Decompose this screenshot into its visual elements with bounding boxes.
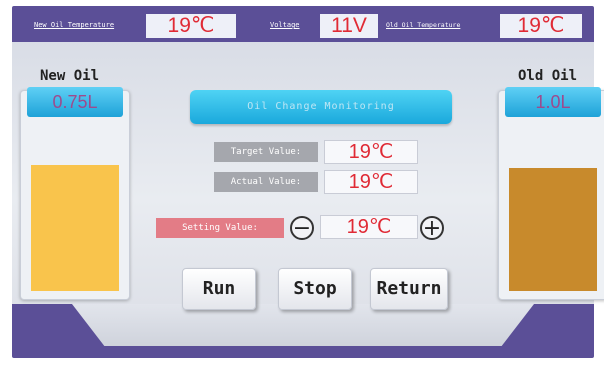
decrease-button[interactable]: − — [290, 216, 314, 240]
voltage-label: Voltage — [270, 21, 300, 29]
actual-value-display: 19℃ — [324, 170, 418, 194]
target-value-label: Target Value: — [214, 142, 318, 162]
old-oil-tank: 1.0L — [498, 87, 604, 300]
new-oil-temp-value: 19℃ — [146, 14, 236, 38]
actual-value-label: Actual Value: — [214, 172, 318, 192]
old-oil-title: Old Oil — [518, 68, 578, 84]
old-oil-level — [509, 168, 597, 291]
return-button[interactable]: Return — [370, 268, 448, 310]
old-oil-temp-label: Old Oil Temperature — [386, 21, 461, 29]
new-oil-tank: 0.75L — [20, 87, 130, 300]
stop-button[interactable]: Stop — [278, 268, 352, 310]
target-value-display: 19℃ — [324, 140, 418, 164]
new-oil-temp-label: New Oil Temperature — [34, 21, 115, 29]
monitor-banner: Oil Change Monitoring — [190, 90, 452, 124]
setting-value-input[interactable]: 19℃ — [320, 215, 418, 239]
new-oil-title: New Oil — [40, 68, 100, 84]
old-oil-volume: 1.0L — [505, 87, 601, 117]
panel-base — [72, 304, 534, 346]
voltage-value: 11V — [320, 14, 378, 38]
main-window: New Oil Temperature 19℃ Voltage 11V Old … — [12, 6, 604, 358]
status-bar: New Oil Temperature 19℃ Voltage 11V Old … — [12, 6, 594, 42]
new-oil-volume: 0.75L — [27, 87, 123, 117]
setting-value-label: Setting Value: — [156, 218, 284, 238]
increase-button[interactable]: + — [420, 216, 444, 240]
old-oil-temp-value: 19℃ — [500, 14, 582, 38]
new-oil-level — [31, 165, 119, 291]
run-button[interactable]: Run — [182, 268, 256, 310]
